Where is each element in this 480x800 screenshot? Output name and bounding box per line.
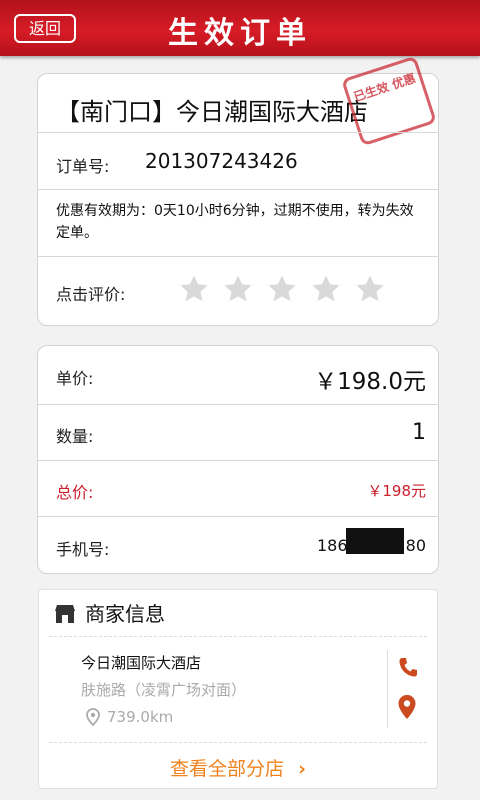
phone-label: 手机号: [56, 540, 110, 559]
hotel-row: 【南门口】今日潮国际大酒店 已生效 优惠 [38, 55, 438, 147]
star-icon[interactable] [354, 273, 386, 305]
order-number-row: 订单号: 201307243426 [38, 132, 438, 189]
validity-row: 优惠有效期为：0天10小时6分钟，过期不使用，转为失效定单。 [38, 189, 438, 256]
order-number-value: 201307243426 [145, 149, 298, 173]
phone-icon[interactable] [398, 656, 418, 678]
view-all-label: 查看全部分店 [170, 758, 285, 780]
rating-row: 点击评价: [38, 256, 438, 326]
quantity-value: 1 [412, 420, 426, 445]
star-icon[interactable] [178, 273, 210, 305]
phone-prefix: 186 [317, 536, 348, 555]
location-icon [86, 708, 100, 726]
hotel-name: 【南门口】今日潮国际大酒店 [56, 98, 368, 126]
vertical-divider [387, 650, 388, 728]
divider [49, 742, 427, 743]
phone-redaction [346, 528, 404, 554]
rating-stars[interactable] [178, 273, 386, 305]
star-icon[interactable] [222, 273, 254, 305]
total-value: ￥198元 [367, 482, 426, 500]
divider [49, 636, 427, 637]
page-title: 生效订单 [168, 16, 312, 51]
total-label: 总价: [56, 483, 94, 502]
unit-price-value: ￥198.0元 [314, 369, 426, 395]
star-icon[interactable] [266, 273, 298, 305]
order-card: 【南门口】今日潮国际大酒店 已生效 优惠 订单号: 201307243426 优… [37, 55, 439, 326]
map-pin-icon[interactable] [397, 694, 417, 720]
phone-suffix: 80 [405, 536, 426, 555]
merchant-section-title: 商家信息 [85, 602, 165, 626]
merchant-distance: 739.0km [107, 708, 174, 726]
top-bar: 返回 生效订单 [0, 0, 480, 56]
unit-price-row: 单价: ￥198.0元 [38, 346, 438, 404]
quantity-row: 数量: 1 [38, 404, 438, 460]
validity-text: 优惠有效期为：0天10小时6分钟，过期不使用，转为失效定单。 [56, 203, 414, 241]
chevron-right-icon: › [298, 758, 306, 780]
order-number-label: 订单号: [56, 157, 110, 176]
shop-icon [55, 605, 75, 623]
merchant-address: 肤施路（凌霄广场对面） [81, 681, 247, 699]
star-icon[interactable] [310, 273, 342, 305]
view-all-stores-link[interactable]: 查看全部分店 › [39, 754, 437, 781]
merchant-card: 商家信息 今日潮国际大酒店 肤施路（凌霄广场对面） 739.0km 查看全部分店… [38, 589, 438, 789]
total-row: 总价: ￥198元 [38, 460, 438, 516]
rating-label: 点击评价: [56, 285, 126, 304]
unit-price-label: 单价: [56, 369, 94, 388]
quantity-label: 数量: [56, 427, 94, 446]
merchant-name[interactable]: 今日潮国际大酒店 [81, 652, 201, 673]
